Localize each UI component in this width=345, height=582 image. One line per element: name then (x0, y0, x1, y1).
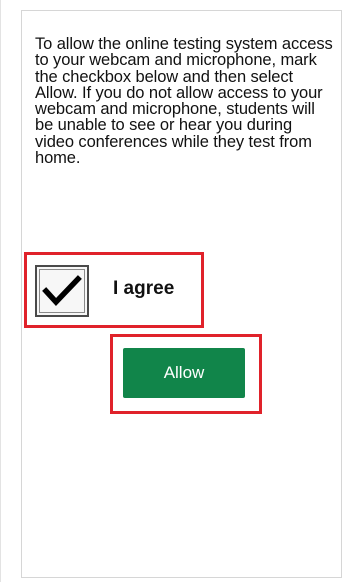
webcam-permission-notice: To allow the online testing system acces… (35, 35, 333, 168)
window-edge (0, 0, 1, 582)
agree-label[interactable]: I agree (113, 278, 174, 300)
allow-button[interactable]: Allow (123, 348, 245, 398)
agree-checkbox[interactable] (35, 265, 89, 317)
checkmark-icon (42, 275, 82, 307)
